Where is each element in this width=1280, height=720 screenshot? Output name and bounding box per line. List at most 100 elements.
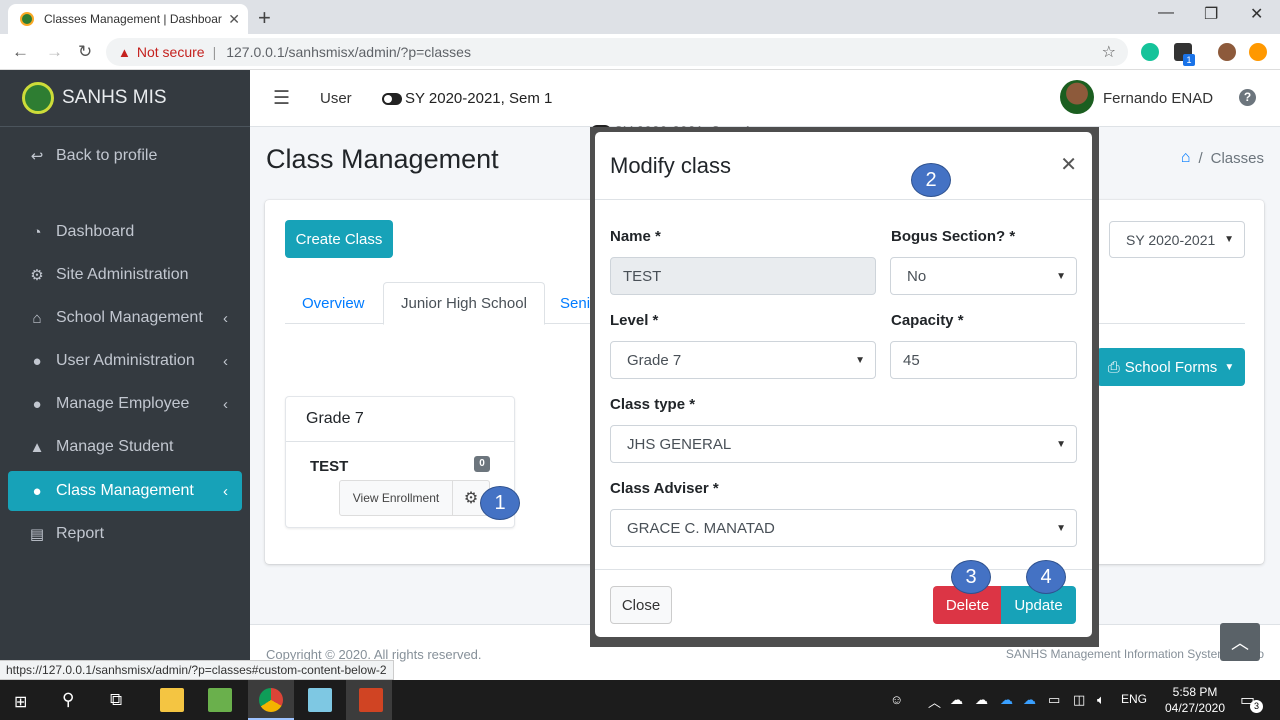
battery-icon[interactable]: ▭	[1048, 692, 1060, 708]
level-select[interactable]: Grade 7 ▼	[610, 341, 876, 379]
avatar[interactable]	[1060, 80, 1094, 114]
cloud-icon[interactable]: ☁	[950, 692, 963, 708]
app-icon[interactable]	[208, 688, 232, 712]
volume-icon[interactable]: 🔈︎	[1097, 692, 1105, 708]
url-bar[interactable]: ▲ Not secure | 127.0.0.1/sanhsmisx/admin…	[106, 38, 1128, 66]
sidebar-item-user-administration[interactable]: ● User Administration ‹	[8, 341, 242, 381]
level-label: Level *	[610, 312, 659, 329]
school-forms-button[interactable]: ⎙ School Forms ▼	[1097, 348, 1245, 386]
sidebar-item-manage-student[interactable]: ▲ Manage Student	[8, 427, 242, 467]
notification-count: 3	[1250, 700, 1263, 713]
browser-tab[interactable]: Classes Management | Dashboar ✕	[8, 4, 248, 34]
clock[interactable]: 5:58 PM 04/27/2020	[1160, 684, 1230, 716]
clock-date: 04/27/2020	[1164, 701, 1226, 715]
restore-icon[interactable]: ❐	[1204, 4, 1218, 24]
powerpoint-icon[interactable]	[359, 688, 383, 712]
onedrive-icon[interactable]: ☁	[1000, 692, 1013, 708]
nav-user-link[interactable]: User	[320, 90, 352, 107]
extension-orange-icon[interactable]	[1249, 43, 1267, 61]
name-field[interactable]: TEST	[610, 257, 876, 295]
sidebar-item-school-management[interactable]: ⌂ School Management ‹	[8, 298, 242, 338]
url-separator: |	[212, 44, 217, 60]
grammarly-icon[interactable]	[1141, 43, 1159, 61]
onedrive-icon-2[interactable]: ☁	[1023, 692, 1036, 708]
grade-card-title: Grade 7	[286, 397, 514, 442]
class-type-value: JHS GENERAL	[627, 435, 732, 453]
reload-icon[interactable]: ↻	[78, 42, 92, 62]
brand[interactable]: SANHS MIS	[0, 70, 250, 127]
close-tab-icon[interactable]: ✕	[228, 11, 240, 28]
dropdown-arrow-icon: ▼	[1056, 522, 1066, 534]
school-logo-icon	[22, 82, 54, 114]
view-enrollment-button[interactable]: View Enrollment	[339, 480, 453, 516]
caret-down-icon: ▼	[1224, 361, 1235, 373]
modify-class-modal: Modify class ✕ Name * TEST Bogus Section…	[595, 132, 1092, 637]
tab-junior-high-school[interactable]: Junior High School	[383, 282, 545, 325]
class-type-select[interactable]: JHS GENERAL ▼	[610, 425, 1077, 463]
search-icon[interactable]: ⚲	[62, 690, 74, 710]
school-year-select-value: SY 2020-2021	[1126, 231, 1216, 248]
brand-text: SANHS MIS	[62, 87, 167, 108]
bookmark-star-icon[interactable]: ☆	[1102, 42, 1116, 62]
home-icon[interactable]: ⌂	[1181, 149, 1191, 167]
school-year-toggle[interactable]: SY 2020-2021, Sem 1	[382, 90, 552, 107]
language-indicator[interactable]: ENG	[1121, 692, 1147, 706]
chrome-icon[interactable]	[259, 688, 283, 712]
sidebar-item-dashboard[interactable]: ◔ Dashboard	[8, 212, 242, 252]
callout-4: 4	[1026, 560, 1066, 594]
sidebar-item-manage-employee[interactable]: ● Manage Employee ‹	[8, 384, 242, 424]
class-adviser-select[interactable]: GRACE C. MANATAD ▼	[610, 509, 1077, 547]
enrollment-count-badge: 0	[474, 456, 490, 472]
not-secure-label: Not secure	[136, 44, 205, 60]
file-explorer-icon[interactable]	[160, 688, 184, 712]
sidebar-item-label: Manage Employee	[56, 395, 190, 412]
callout-1: 1	[480, 486, 520, 520]
help-icon[interactable]: ?	[1239, 89, 1256, 106]
people-icon[interactable]: ☺	[890, 692, 903, 707]
sidebar-item-label: User Administration	[56, 352, 195, 369]
close-button[interactable]: Close	[610, 586, 672, 624]
scroll-to-top-button[interactable]: ︿	[1220, 623, 1260, 661]
new-tab-icon[interactable]: +	[258, 5, 271, 31]
app-icon-2[interactable]	[308, 688, 332, 712]
create-class-button[interactable]: Create Class	[285, 220, 393, 258]
sidebar-item-label: Site Administration	[56, 266, 189, 283]
chevron-left-icon: ‹	[223, 395, 228, 413]
network-icon[interactable]: ◫	[1073, 692, 1085, 708]
sidebar-item-back-to-profile[interactable]: ↩ Back to profile	[8, 136, 242, 176]
dropdown-arrow-icon: ▼	[1056, 438, 1066, 450]
profile-avatar-icon[interactable]	[1218, 43, 1236, 61]
tray-chevron-icon[interactable]: ︿	[928, 692, 941, 711]
sidebar-item-label: Manage Student	[56, 438, 174, 455]
bogus-section-label: Bogus Section? *	[891, 228, 1016, 245]
hamburger-menu-icon[interactable]: ☰	[273, 87, 290, 110]
status-url: https://127.0.0.1/sanhsmisx/admin/?p=cla…	[0, 660, 394, 680]
sidebar-item-class-management[interactable]: ● Class Management ‹	[8, 471, 242, 511]
user-icon: ●	[32, 482, 42, 500]
task-view-icon[interactable]: ⧉	[110, 690, 122, 710]
sidebar: SANHS MIS ↩ Back to profile ◔ Dashboard …	[0, 70, 250, 680]
forward-icon[interactable]: →	[46, 42, 63, 62]
bogus-section-select[interactable]: No ▼	[890, 257, 1077, 295]
chevron-left-icon: ‹	[223, 309, 228, 327]
sidebar-item-report[interactable]: ▤ Report	[8, 514, 242, 554]
back-icon[interactable]: ←	[12, 42, 29, 62]
school-year-select[interactable]: SY 2020-2021 ▼	[1109, 221, 1245, 258]
user-name[interactable]: Fernando ENAD	[1103, 90, 1213, 107]
browser-tab-bar: Classes Management | Dashboar ✕ + — ❐ ✕	[0, 0, 1280, 34]
chevron-left-icon: ‹	[223, 352, 228, 370]
tab-overview[interactable]: Overview	[285, 282, 382, 324]
windows-start-icon[interactable]: ⊞	[14, 692, 27, 712]
clock-time: 5:58 PM	[1172, 685, 1218, 699]
close-icon[interactable]: ✕	[1060, 152, 1077, 177]
minimize-icon[interactable]: —	[1158, 4, 1174, 22]
toggle-icon	[382, 92, 402, 105]
school-icon: ⌂	[32, 309, 42, 327]
breadcrumb: ⌂ / Classes	[1181, 149, 1264, 167]
sidebar-item-site-administration[interactable]: ⚙ Site Administration	[8, 255, 242, 295]
capacity-field[interactable]: 45	[890, 341, 1077, 379]
cloud-upload-icon[interactable]: ☁	[975, 692, 988, 708]
close-window-icon[interactable]: ✕	[1250, 4, 1263, 24]
class-adviser-label: Class Adviser *	[610, 480, 719, 497]
graduate-icon: ▲	[29, 438, 45, 456]
